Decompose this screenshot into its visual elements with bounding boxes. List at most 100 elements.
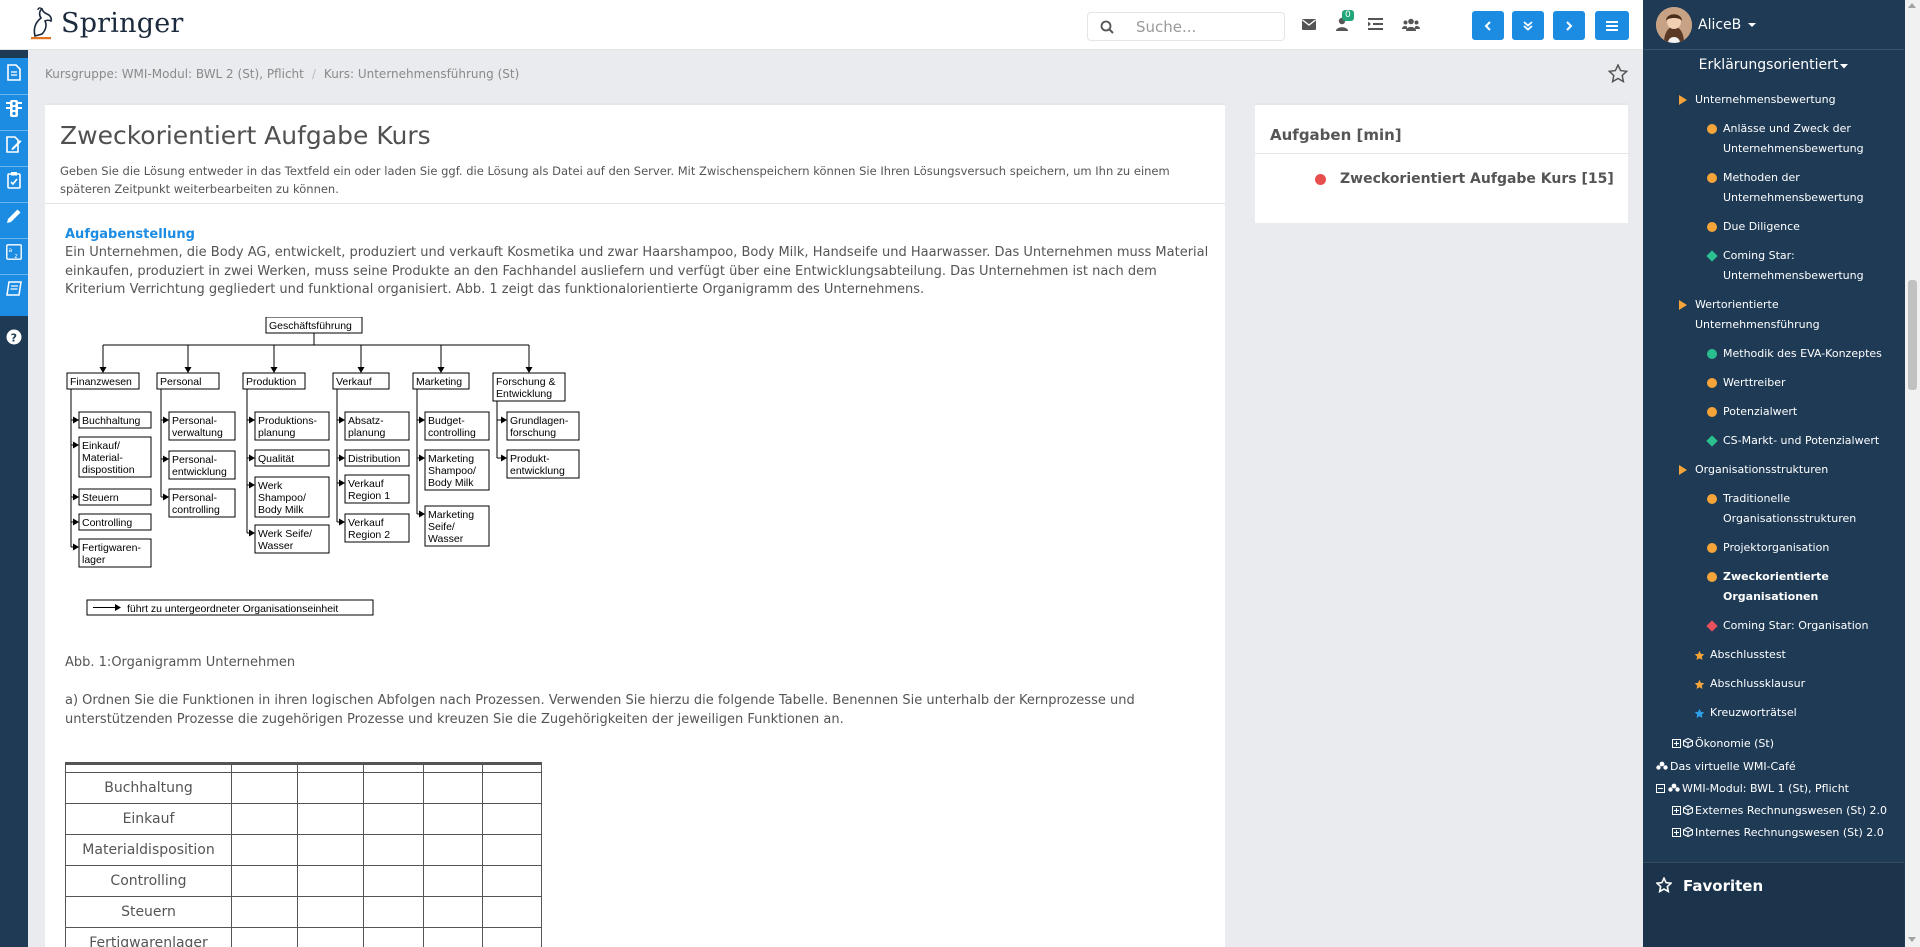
notifications-icon[interactable]: 0 [1332,10,1354,34]
sidebar-item[interactable]: Abschlussklausur [1694,674,1882,694]
org-unit-box: MarketingSeife/Wasser [424,505,490,547]
task-list-item[interactable]: Zweckorientiert Aufgabe Kurs [15] [1315,171,1614,187]
expand-down-button[interactable] [1512,11,1544,40]
star-icon [1694,648,1705,668]
svg-text:Produktions-: Produktions- [258,415,317,427]
tree-collapse-icon[interactable] [1656,782,1665,795]
sidebar-item[interactable]: Due Diligence [1707,217,1885,237]
org-unit-box: Fertigwaren-lager [78,538,152,568]
springer-logo[interactable]: Springer [27,6,183,40]
sidebar-item[interactable]: Projektorganisation [1707,538,1895,558]
tree-expand-icon[interactable] [1672,826,1681,839]
divider [45,203,1225,204]
play-triangle-icon [1679,300,1687,310]
tree-expand-icon[interactable] [1672,804,1681,817]
breadcrumb-course[interactable]: Kurs: Unternehmensführung (St) [324,67,519,81]
help-icon[interactable]: ? [4,327,24,347]
user-name: AliceB [1698,17,1742,33]
sidebar-item[interactable]: Unternehmensbewertung [1679,90,1897,110]
svg-text:Werk: Werk [258,480,283,492]
group-icon[interactable] [1656,760,1668,773]
svg-text:Buchhaltung: Buchhaltung [82,415,141,427]
svg-text:verwaltung: verwaltung [172,427,223,439]
sidebar-item[interactable]: CS-Markt- und Potenzialwert [1706,431,1895,451]
document-icon[interactable] [4,62,24,82]
edit-document-icon[interactable] [4,134,24,154]
org-unit-box: VerkaufRegion 2 [344,513,410,543]
logo-text: Springer [61,7,184,39]
sidebar-item[interactable]: Kreuzworträtsel [1694,703,1882,723]
table-row: Fertigwarenlager [65,927,542,947]
star-outline-icon[interactable] [1656,877,1672,893]
svg-text:planung: planung [258,427,296,439]
left-tool-rail: az ? [0,50,28,947]
orange-dot-icon [1707,378,1717,388]
menu-button[interactable] [1595,11,1629,40]
sidebar-item[interactable]: Traditionelle Organisationsstrukturen [1707,489,1875,528]
sidebar-item[interactable]: Organisationsstrukturen [1679,460,1867,480]
previous-button[interactable] [1472,11,1504,40]
traffic-light-icon[interactable] [4,98,24,118]
tasks-panel-title: Aufgaben [min] [1270,126,1402,144]
star-outline-icon[interactable] [1607,63,1629,87]
svg-text:entwicklung: entwicklung [510,465,565,477]
svg-text:Entwicklung: Entwicklung [496,388,552,400]
sidebar-item-label: Coming Star: Unternehmensbewertung [1723,249,1864,282]
search-input[interactable] [1136,17,1276,37]
orange-dot-icon [1707,572,1717,582]
sidebar-item[interactable]: Werttreiber [1707,373,1895,393]
row-label: Einkauf [65,803,232,835]
svg-text:Fertigwaren-: Fertigwaren- [82,542,141,554]
sidebar-item-label: Methodik des EVA-Konzeptes [1723,347,1882,360]
svg-text:Marketing: Marketing [428,509,474,521]
sidebar-item[interactable]: Zweckorientierte Organisationen [1707,567,1875,606]
sidebar-item[interactable]: Methoden der Unternehmensbewertung [1707,168,1875,207]
svg-text:Verkauf: Verkauf [348,478,384,490]
sidebar-scrollbar[interactable] [1905,0,1920,947]
figure-caption: Abb. 1:Organigramm Unternehmen [65,655,296,670]
sort-alpha-icon[interactable]: az [4,242,24,262]
group-users-icon[interactable] [1401,14,1421,34]
svg-text:Seife/: Seife/ [428,521,455,533]
book-icon[interactable] [4,278,24,298]
course-tree-label: WMI-Modul: BWL 1 (St), Pflicht [1682,782,1849,795]
next-button[interactable] [1553,11,1585,40]
row-label: Fertigwarenlager [65,927,232,947]
course-tree-item[interactable]: Das virtuelle WMI-Café [1656,757,1901,777]
course-tree-item[interactable]: Externes Rechnungswesen (St) 2.0 [1672,801,1901,821]
sidebar-item[interactable]: Anlässe und Zweck der Unternehmensbewert… [1707,119,1875,158]
course-tree-item[interactable]: Ökonomie (St) [1672,734,1901,754]
sidebar-item[interactable]: Methodik des EVA-Konzeptes [1707,344,1895,364]
sidebar-item[interactable]: Coming Star: Organisation [1706,616,1895,636]
svg-text:Region 2: Region 2 [348,529,390,541]
task-intro: Geben Sie die Lösung entweder in das Tex… [60,164,1170,196]
svg-text:Body Milk: Body Milk [428,477,474,489]
svg-text:Werk Seife/: Werk Seife/ [258,528,312,540]
tree-expand-icon[interactable] [1672,737,1681,750]
course-tree-item[interactable]: Internes Rechnungswesen (St) 2.0 [1672,823,1901,843]
svg-text:Absatz-: Absatz- [348,415,384,427]
sidebar-item[interactable]: Potenzialwert [1707,402,1895,422]
mail-icon[interactable] [1299,14,1319,34]
svg-text:Body Milk: Body Milk [258,504,304,516]
svg-text:Wasser: Wasser [258,540,294,552]
search-box[interactable] [1087,12,1285,41]
scroll-thumb[interactable] [1908,280,1917,390]
pencil-icon[interactable] [4,206,24,226]
outline-list-icon[interactable] [1365,14,1385,34]
play-triangle-icon [1679,95,1687,105]
sidebar-item[interactable]: Wertorientierte Unternehmensführung [1679,295,1857,334]
sidebar-item-label: Anlässe und Zweck der Unternehmensbewert… [1723,122,1864,155]
sidebar-item-label: Due Diligence [1723,220,1800,233]
sidebar-item[interactable]: Coming Star: Unternehmensbewertung [1706,246,1875,285]
svg-text:Marketing: Marketing [428,453,474,465]
clipboard-check-icon[interactable] [4,170,24,190]
avatar [1656,7,1692,43]
svg-text:Qualität: Qualität [258,453,294,465]
org-unit-box: Grundlagen-forschung [506,411,580,441]
course-tree-item[interactable]: WMI-Modul: BWL 1 (St), Pflicht [1656,779,1901,799]
mode-dropdown[interactable]: Erklärungsorientiert [1643,57,1904,73]
user-menu[interactable]: AliceB [1656,7,1757,43]
sidebar-item[interactable]: Abschlusstest [1694,645,1882,665]
breadcrumb-course-group[interactable]: Kursgruppe: WMI-Modul: BWL 2 (St), Pflic… [45,67,304,81]
